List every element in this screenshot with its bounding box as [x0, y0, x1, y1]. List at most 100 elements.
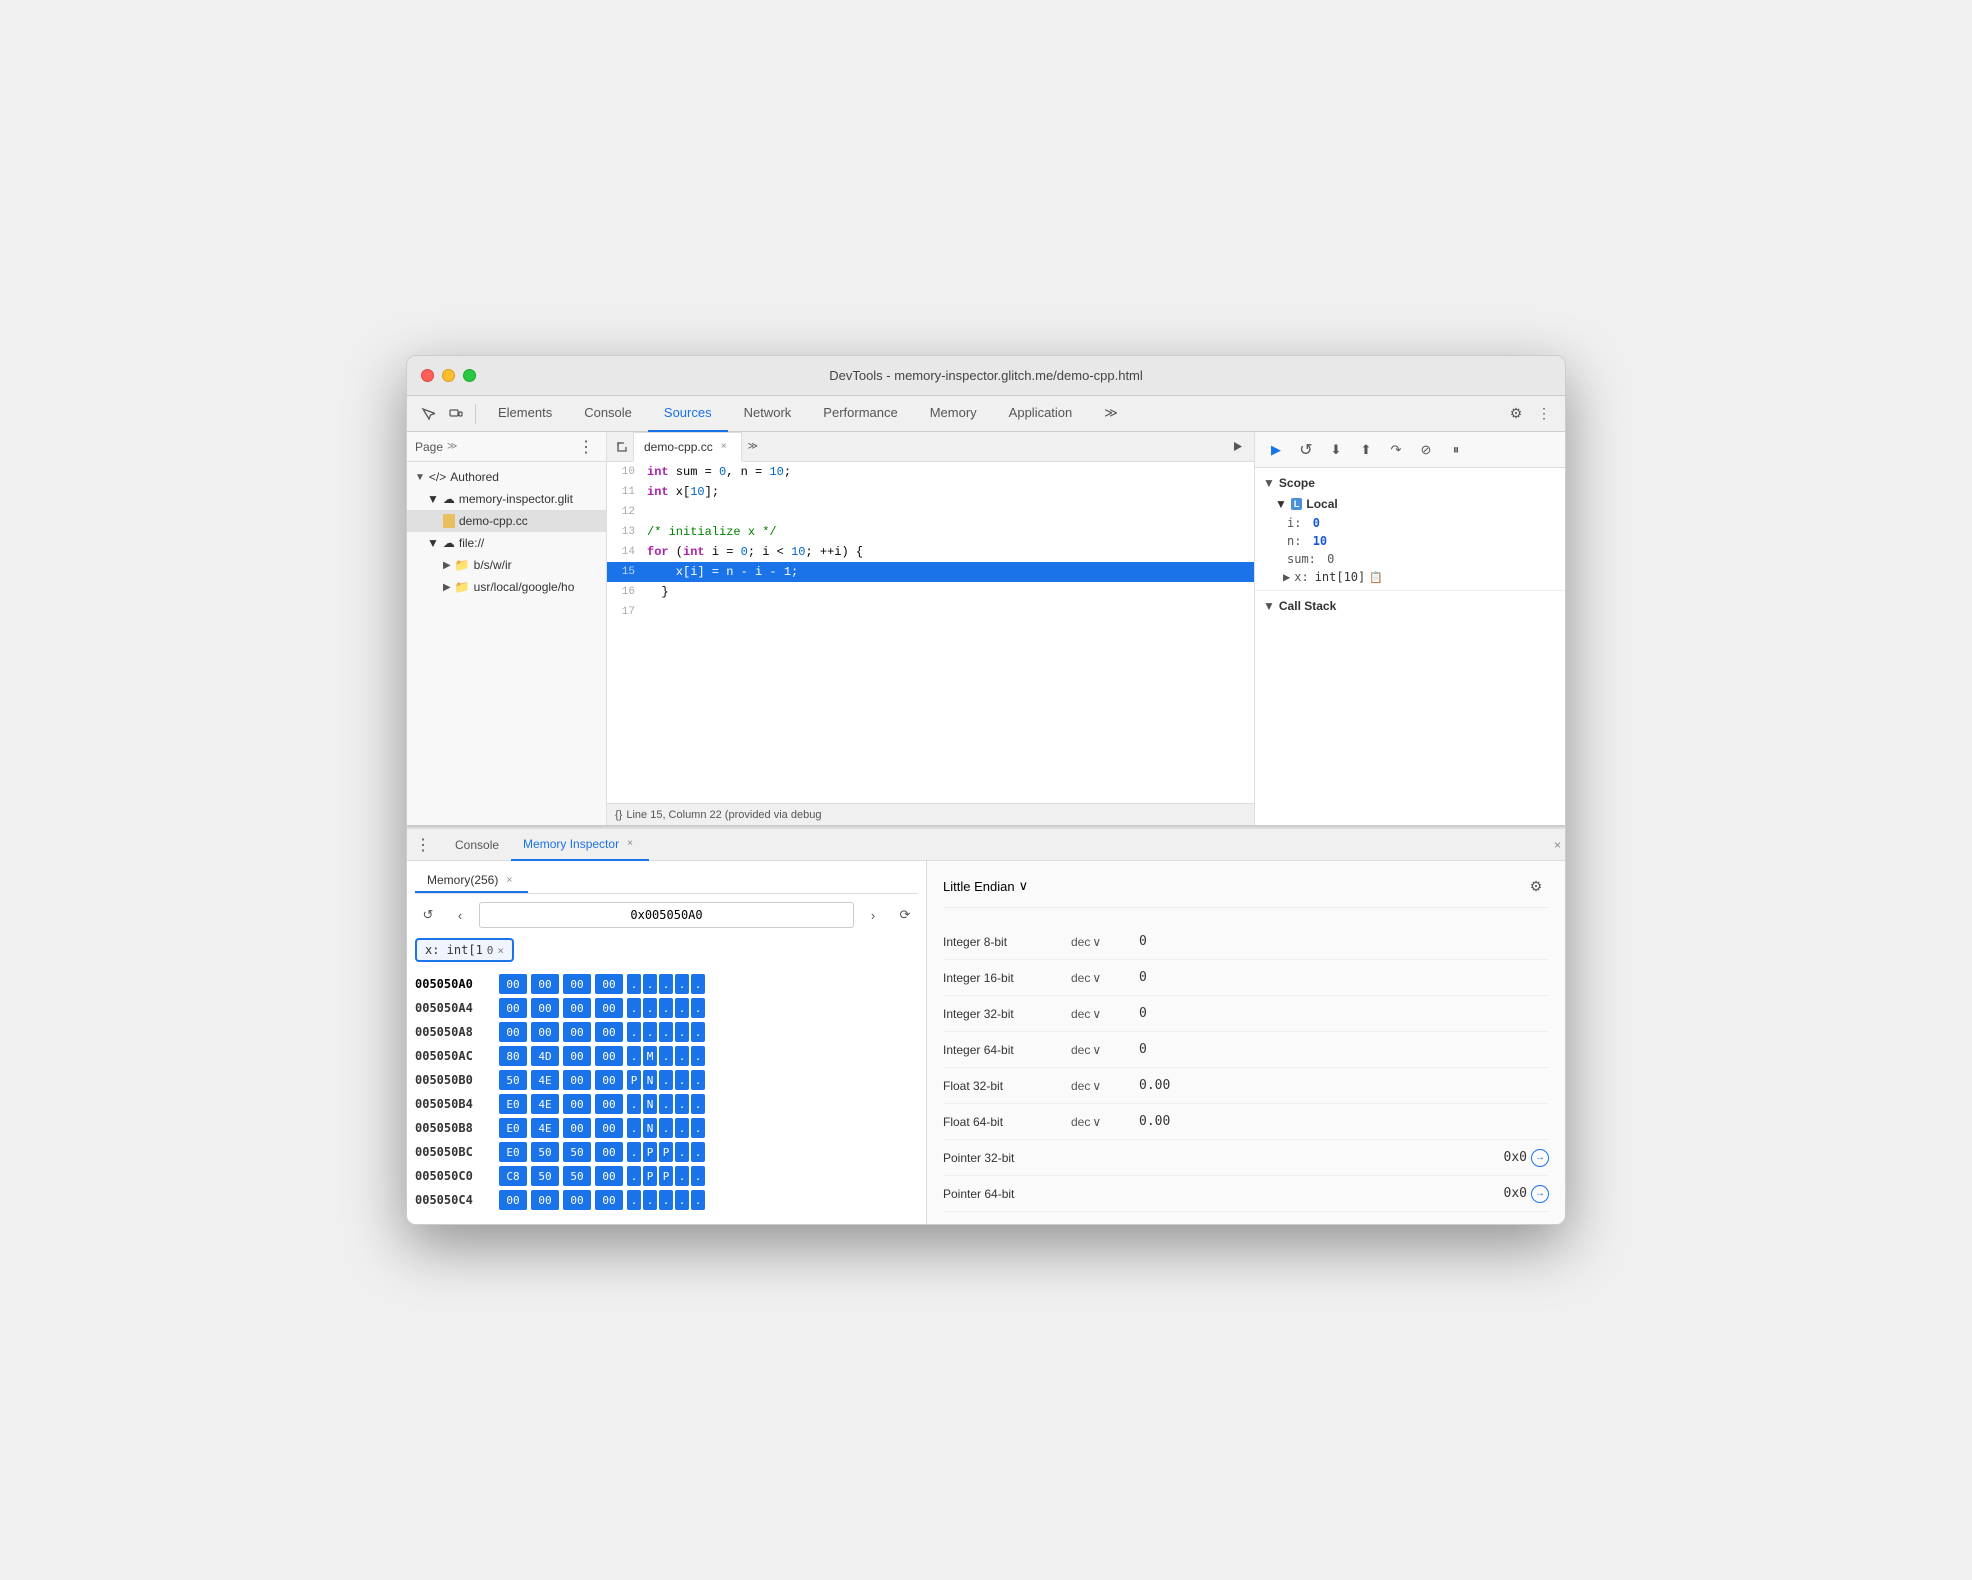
ptr64-navigate-icon[interactable]: →: [1531, 1185, 1549, 1203]
settings-icon[interactable]: ⚙: [1503, 401, 1529, 427]
hex-byte: 50: [531, 1142, 559, 1162]
code-line-15-active: 15 x[i] = n - i - 1;: [607, 562, 1254, 582]
memory-inspector-tab-close[interactable]: ×: [623, 837, 637, 851]
tab-performance[interactable]: Performance: [807, 396, 913, 432]
ascii-char: .: [627, 998, 641, 1018]
hex-byte: 00: [595, 1022, 623, 1042]
val-value-ptr32: 0x0: [1504, 1150, 1527, 1165]
val-format-float32[interactable]: dec ∨: [1071, 1079, 1131, 1093]
hex-ascii-6: . N . . .: [627, 1118, 705, 1138]
highlight-badge-close[interactable]: ×: [497, 944, 504, 957]
scope-header[interactable]: ▼ Scope: [1255, 472, 1565, 494]
tab-network[interactable]: Network: [728, 396, 808, 432]
code-nav-back-icon[interactable]: [611, 436, 633, 458]
tab-memory[interactable]: Memory: [914, 396, 993, 432]
val-format-float64[interactable]: dec ∨: [1071, 1115, 1131, 1129]
hex-byte: 00: [531, 974, 559, 994]
code-tab-close[interactable]: ×: [717, 440, 731, 454]
format-chevron-icon: ∨: [1092, 1007, 1101, 1021]
local-label: Local: [1306, 497, 1337, 511]
run-snippet-icon[interactable]: [1224, 434, 1250, 460]
ascii-char: .: [659, 998, 673, 1018]
val-link-ptr64: 0x0 →: [1504, 1185, 1549, 1203]
val-row-int32: Integer 32-bit dec ∨ 0: [943, 996, 1549, 1032]
memory-prev-btn[interactable]: ‹: [447, 902, 473, 928]
hex-row-4: 005050B0 50 4E 00 00 P N . . .: [415, 1068, 918, 1092]
tree-authored[interactable]: ▼ </> Authored: [407, 466, 606, 488]
endian-selector[interactable]: Little Endian ∨: [943, 878, 1028, 894]
local-badge: L: [1291, 498, 1303, 510]
minimize-button[interactable]: [442, 369, 455, 382]
bottom-panel-menu-icon[interactable]: ⋮: [411, 835, 435, 855]
memory-subtabs: Memory(256) ×: [415, 869, 918, 894]
step-out-btn[interactable]: ⬆: [1353, 437, 1379, 463]
ascii-char: .: [643, 1190, 657, 1210]
format-chevron-icon: ∨: [1092, 1079, 1101, 1093]
more-options-icon[interactable]: ⋮: [1531, 401, 1557, 427]
hex-row-6: 005050B8 E0 4E 00 00 . N . . .: [415, 1116, 918, 1140]
devtools-tabs: Elements Console Sources Network Perform…: [482, 396, 1501, 432]
val-format-int8[interactable]: dec ∨: [1071, 935, 1131, 949]
tree-memory-inspector[interactable]: ▼ ☁ memory-inspector.glit: [407, 488, 606, 510]
hex-byte: 4E: [531, 1094, 559, 1114]
val-format-int32[interactable]: dec ∨: [1071, 1007, 1131, 1021]
tree-file-protocol[interactable]: ▼ ☁ file://: [407, 532, 606, 554]
memory-subtab-256[interactable]: Memory(256) ×: [415, 869, 528, 893]
tab-sources[interactable]: Sources: [648, 396, 728, 432]
hex-byte: 50: [531, 1166, 559, 1186]
memory-refresh-btn[interactable]: ⟳: [892, 902, 918, 928]
local-group-arrow: ▼: [1275, 497, 1287, 511]
hex-byte: 00: [531, 998, 559, 1018]
step-btn[interactable]: ↷: [1383, 437, 1409, 463]
tab-demo-cpp[interactable]: demo-cpp.cc ×: [633, 432, 742, 462]
ascii-char: P: [643, 1166, 657, 1186]
local-group-header[interactable]: ▼ L Local: [1255, 494, 1565, 514]
val-format-int64[interactable]: dec ∨: [1071, 1043, 1131, 1057]
tree-demo-cpp[interactable]: demo-cpp.cc: [407, 510, 606, 532]
scope-val-i: [1305, 516, 1312, 530]
ascii-char: .: [675, 1022, 689, 1042]
val-format-int16[interactable]: dec ∨: [1071, 971, 1131, 985]
ptr32-navigate-icon[interactable]: →: [1531, 1149, 1549, 1167]
memory-subtab-close[interactable]: ×: [502, 873, 516, 887]
code-tabs-more-icon[interactable]: ≫: [742, 436, 764, 458]
close-button[interactable]: [421, 369, 434, 382]
maximize-button[interactable]: [463, 369, 476, 382]
memory-hex-panel: Memory(256) × ↺ ‹ › ⟳ x: int[1 0 ×: [407, 861, 927, 1224]
tree-bsw[interactable]: ▶ 📁 b/s/w/ir: [407, 554, 606, 576]
page-label: Page: [415, 440, 443, 454]
top-section: Page ≫ ⋮ ▼ </> Authored ▼ ☁ memory-inspe…: [407, 432, 1565, 827]
hex-bytes-2: 00 00 00 00: [499, 1022, 623, 1042]
ascii-char: .: [691, 1190, 705, 1210]
ascii-char: P: [627, 1070, 641, 1090]
device-icon[interactable]: [443, 401, 469, 427]
callstack-header[interactable]: ▼ Call Stack: [1255, 595, 1565, 617]
step-over-btn[interactable]: ↺: [1293, 437, 1319, 463]
pause-on-exceptions-btn[interactable]: ⏸: [1443, 437, 1469, 463]
tab-more[interactable]: ≫: [1088, 396, 1134, 432]
memory-history-back[interactable]: ↺: [415, 902, 441, 928]
tab-console-bottom[interactable]: Console: [443, 829, 511, 861]
tab-memory-inspector-bottom[interactable]: Memory Inspector ×: [511, 829, 649, 861]
tab-elements[interactable]: Elements: [482, 396, 568, 432]
step-into-btn[interactable]: ⬇: [1323, 437, 1349, 463]
scope-key-x: x:: [1294, 570, 1308, 584]
resume-btn[interactable]: ▶: [1263, 437, 1289, 463]
cursor-icon[interactable]: [415, 401, 441, 427]
memory-view-icon[interactable]: 📋: [1369, 571, 1383, 584]
file-panel-menu-icon[interactable]: ⋮: [574, 437, 598, 457]
tab-application[interactable]: Application: [993, 396, 1089, 432]
memory-address-input[interactable]: [479, 902, 854, 928]
ascii-char: .: [627, 1022, 641, 1042]
val-value-int32: 0: [1139, 1006, 1147, 1021]
tree-usr[interactable]: ▶ 📁 usr/local/google/ho: [407, 576, 606, 598]
close-bottom-panel-icon[interactable]: ×: [1554, 838, 1561, 852]
titlebar: DevTools - memory-inspector.glitch.me/de…: [407, 356, 1565, 396]
deactivate-btn[interactable]: ⊘: [1413, 437, 1439, 463]
hex-addr-1: 005050A4: [415, 1001, 495, 1015]
value-inspector-settings-icon[interactable]: ⚙: [1523, 873, 1549, 899]
memory-next-btn[interactable]: ›: [860, 902, 886, 928]
right-panel: ▶ ↺ ⬇ ⬆ ↷ ⊘ ⏸ ▼ Scope ▼ L Local i: [1255, 432, 1565, 825]
page-more-icon[interactable]: ≫: [447, 441, 457, 452]
tab-console[interactable]: Console: [568, 396, 648, 432]
